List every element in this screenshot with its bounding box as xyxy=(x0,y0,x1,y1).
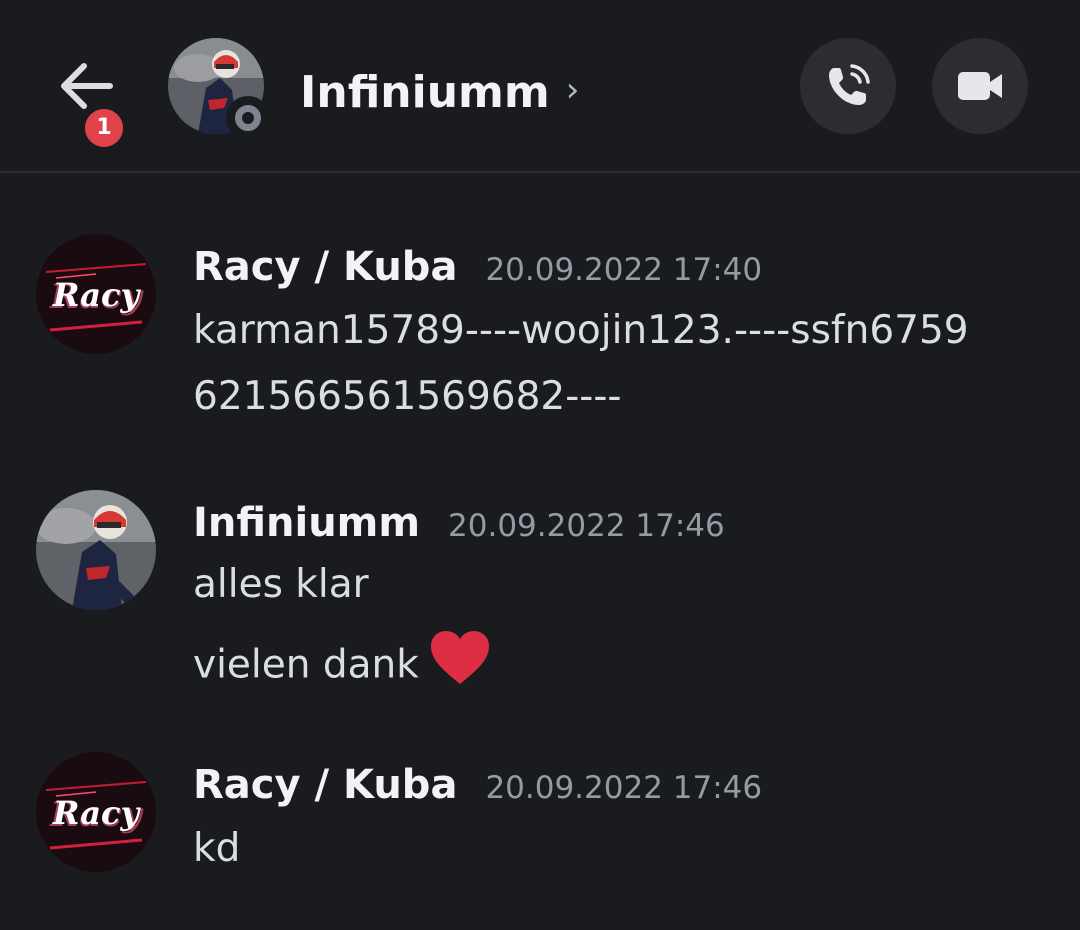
avatar-logo-text: Racy xyxy=(52,794,142,832)
message-text: vielen dank xyxy=(193,642,419,688)
message-text: karman15789----woojin123.----ssfn6759 xyxy=(193,308,969,353)
author-name[interactable]: Racy / Kuba xyxy=(193,244,457,290)
message-timestamp: 20.09.2022 17:46 xyxy=(448,508,725,544)
voice-call-button[interactable] xyxy=(800,38,896,134)
message-header: Infiniumm 20.09.2022 17:46 xyxy=(193,500,725,546)
channel-header: 1 Infiniumm › xyxy=(0,0,1080,173)
offline-status-icon xyxy=(226,96,270,140)
avatar[interactable]: Racy Racy xyxy=(36,752,156,872)
author-name[interactable]: Racy / Kuba xyxy=(193,762,457,808)
chevron-right-icon: › xyxy=(565,70,580,110)
avatar[interactable]: Racy Racy xyxy=(36,234,156,354)
avatar-logo-text: Racy xyxy=(52,276,142,314)
message-header: Racy / Kuba 20.09.2022 17:40 xyxy=(193,244,762,290)
channel-title[interactable]: Infiniumm › xyxy=(300,60,579,124)
heart-emoji-icon xyxy=(429,630,491,696)
phone-call-icon xyxy=(829,64,870,105)
message-text: 621566561569682---- xyxy=(193,374,622,419)
avatar[interactable] xyxy=(36,490,156,610)
author-name[interactable]: Infiniumm xyxy=(193,500,420,546)
message-timestamp: 20.09.2022 17:46 xyxy=(485,770,763,806)
message-text: alles klar xyxy=(193,562,369,607)
dm-screen: 1 Infiniumm › Racy Racy Racy / Kuba 20.0… xyxy=(0,0,1080,930)
message-header: Racy / Kuba 20.09.2022 17:46 xyxy=(193,762,762,808)
header-username: Infiniumm xyxy=(300,66,550,118)
video-call-button[interactable] xyxy=(932,38,1028,134)
unread-badge: 1 xyxy=(80,104,128,152)
video-camera-icon xyxy=(958,72,1002,100)
back-button[interactable]: 1 xyxy=(48,52,128,152)
message-text-row: vielen dank xyxy=(193,631,491,696)
message-timestamp: 20.09.2022 17:40 xyxy=(485,252,763,288)
header-divider xyxy=(0,171,1080,173)
message-text: kd xyxy=(193,826,241,871)
